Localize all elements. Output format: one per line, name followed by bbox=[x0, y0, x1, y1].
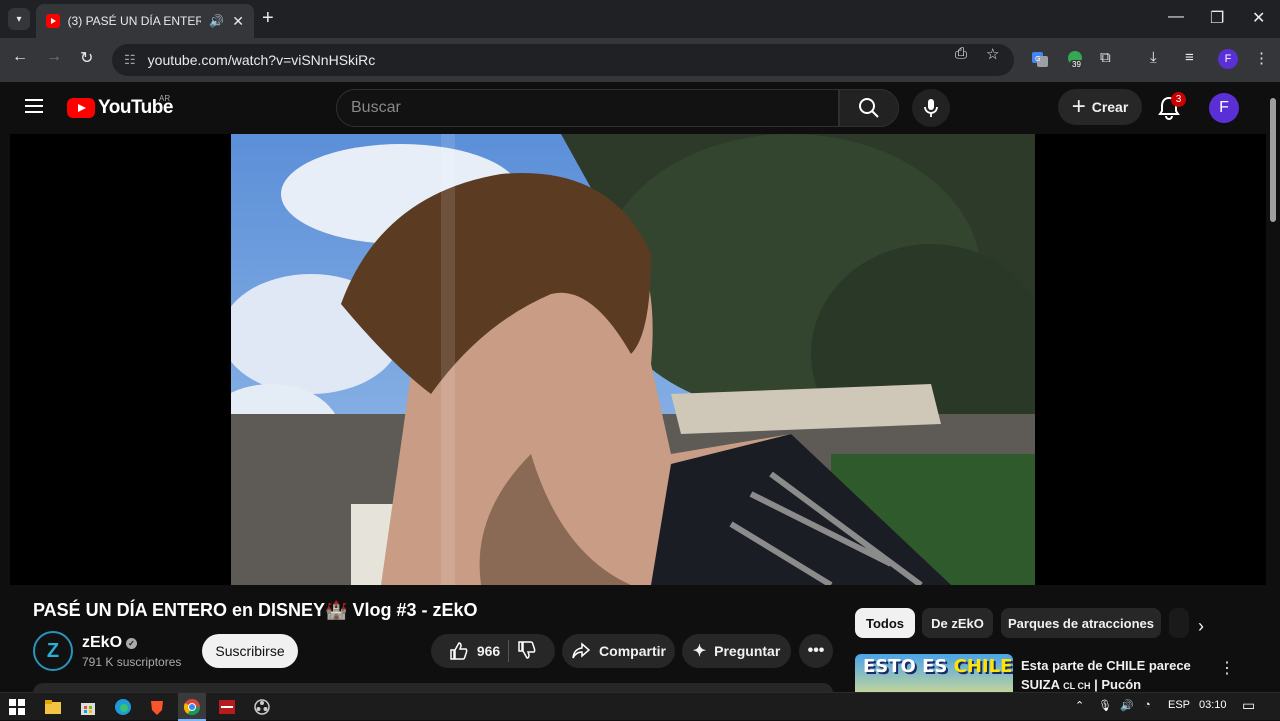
browser-toolbar: ← → ↻ ☷ youtube.com/watch?v=viSNnHSkiRc … bbox=[0, 38, 1280, 82]
store-icon[interactable] bbox=[79, 698, 97, 716]
search-input[interactable] bbox=[351, 99, 824, 117]
clock[interactable]: 03:10 bbox=[1199, 699, 1227, 711]
notifications-button[interactable]: 3 bbox=[1158, 92, 1186, 120]
chip-theme-parks[interactable]: Parques de atracciones bbox=[1001, 608, 1161, 638]
app-icon[interactable] bbox=[218, 698, 236, 716]
microphone-tray-icon[interactable]: 🎙 bbox=[1098, 699, 1112, 712]
search-box[interactable] bbox=[336, 89, 839, 127]
channel-name[interactable]: zEkO ✓ bbox=[82, 634, 138, 652]
tab-close-icon[interactable]: ✕ bbox=[232, 13, 244, 30]
youtube-header: YouTube AR + Crear 3 F bbox=[0, 82, 1280, 134]
file-explorer-icon[interactable] bbox=[44, 698, 62, 716]
recommendation-thumbnail[interactable]: ESTO ES CHILE? bbox=[855, 654, 1013, 694]
install-app-icon[interactable]: ⎙ bbox=[955, 45, 967, 62]
back-button[interactable]: ← bbox=[12, 48, 28, 66]
subscriber-count: 791 K suscriptores bbox=[82, 655, 182, 669]
windows-taskbar: ⌃ 🎙 🔊 ◔ ESP 03:10 ▭ bbox=[0, 692, 1280, 721]
notification-badge: 3 bbox=[1171, 92, 1186, 107]
address-bar[interactable]: ☷ youtube.com/watch?v=viSNnHSkiRc bbox=[112, 44, 1014, 76]
minimize-button[interactable]: — bbox=[1168, 8, 1184, 26]
more-dots-icon: ••• bbox=[807, 642, 825, 659]
new-tab-button[interactable]: + bbox=[262, 8, 274, 28]
microphone-icon bbox=[924, 99, 938, 117]
sparkle-icon: ✦ bbox=[692, 643, 707, 660]
extension-badge: 39 bbox=[1070, 60, 1083, 69]
more-actions-button[interactable]: ••• bbox=[799, 634, 833, 668]
edge-browser-icon[interactable] bbox=[114, 698, 132, 716]
audio-playing-icon[interactable]: 🔊 bbox=[209, 14, 224, 28]
volume-icon[interactable]: 🔊 bbox=[1120, 699, 1134, 712]
browser-tab-active[interactable]: (3) PASÉ UN DÍA ENTERO en DISNEY🏰 Vlog #… bbox=[36, 4, 254, 38]
like-count: 966 bbox=[476, 643, 501, 659]
tab-title: (3) PASÉ UN DÍA ENTERO en DISNEY🏰 Vlog #… bbox=[67, 14, 202, 28]
plus-icon: + bbox=[1071, 93, 1086, 120]
recommendation-title[interactable]: Esta parte de CHILE parece SUIZA CL CH |… bbox=[1021, 656, 1193, 696]
translate-extension-icon[interactable]: G bbox=[1031, 50, 1049, 68]
reload-button[interactable]: ↻ bbox=[80, 48, 93, 68]
obs-icon[interactable] bbox=[253, 698, 271, 716]
dislike-button[interactable] bbox=[517, 640, 537, 663]
tab-search-button[interactable]: ▾ bbox=[8, 8, 30, 30]
like-button[interactable]: 966 bbox=[449, 641, 500, 661]
account-avatar[interactable]: F bbox=[1209, 93, 1239, 123]
share-button[interactable]: Compartir bbox=[562, 634, 675, 668]
browser-tab-strip: ▾ (3) PASÉ UN DÍA ENTERO en DISNEY🏰 Vlog… bbox=[0, 0, 1280, 38]
youtube-play-icon bbox=[67, 98, 95, 118]
menu-hamburger-icon[interactable] bbox=[25, 99, 43, 113]
svg-text:G: G bbox=[1035, 55, 1040, 63]
video-frame-image bbox=[231, 134, 1035, 585]
bookmark-star-icon[interactable]: ☆ bbox=[986, 45, 999, 63]
search-icon bbox=[859, 98, 879, 118]
country-code: AR bbox=[159, 94, 171, 103]
download-icon[interactable]: ⤓ bbox=[1150, 49, 1157, 66]
youtube-favicon-icon bbox=[46, 14, 60, 28]
ask-button[interactable]: ✦ Preguntar bbox=[682, 634, 791, 668]
create-button[interactable]: + Crear bbox=[1058, 89, 1142, 125]
chip-overflow[interactable] bbox=[1169, 608, 1189, 638]
windows-start-icon[interactable] bbox=[8, 698, 26, 716]
video-player[interactable] bbox=[231, 134, 1035, 585]
chevron-right-icon[interactable]: › bbox=[1198, 616, 1204, 637]
youtube-logo[interactable]: YouTube AR bbox=[67, 94, 173, 119]
notification-center-icon[interactable]: ▭ bbox=[1242, 697, 1255, 714]
page-scrollbar-thumb[interactable] bbox=[1270, 98, 1276, 222]
chip-from-channel[interactable]: De zEkO bbox=[922, 608, 993, 638]
video-title: PASÉ UN DÍA ENTERO en DISNEY🏰 Vlog #3 - … bbox=[33, 600, 478, 620]
verified-check-icon: ✓ bbox=[126, 638, 138, 649]
divider bbox=[508, 640, 510, 662]
brave-browser-icon[interactable] bbox=[148, 698, 166, 716]
search-button[interactable] bbox=[839, 89, 899, 127]
language-indicator[interactable]: ESP bbox=[1168, 699, 1190, 711]
site-info-icon[interactable]: ☷ bbox=[124, 52, 136, 68]
thumbs-down-icon bbox=[518, 640, 536, 659]
share-arrow-icon bbox=[572, 642, 591, 659]
media-control-icon[interactable]: ≡ bbox=[1185, 49, 1194, 66]
chrome-browser-icon[interactable] bbox=[183, 698, 201, 716]
thumbs-up-icon bbox=[450, 642, 468, 660]
channel-avatar[interactable]: Z bbox=[33, 631, 73, 671]
chip-all[interactable]: Todos bbox=[855, 608, 915, 638]
browser-profile-avatar[interactable]: F bbox=[1218, 49, 1238, 69]
subscribe-button[interactable]: Suscribirse bbox=[202, 634, 298, 668]
show-hidden-icons[interactable]: ⌃ bbox=[1075, 699, 1084, 712]
browser-menu-icon[interactable]: ⋮ bbox=[1254, 49, 1269, 67]
extensions-puzzle-icon[interactable]: ⧉ bbox=[1100, 49, 1111, 66]
recommendation-menu-icon[interactable]: ⋮ bbox=[1219, 658, 1235, 678]
like-dislike-group: 966 bbox=[431, 634, 555, 668]
network-icon[interactable]: ◔ bbox=[1144, 699, 1151, 711]
url-text: youtube.com/watch?v=viSNnHSkiRc bbox=[147, 52, 376, 68]
forward-button[interactable]: → bbox=[46, 48, 62, 66]
restore-button[interactable]: ❐ bbox=[1210, 8, 1224, 28]
close-window-button[interactable]: ✕ bbox=[1252, 8, 1265, 28]
voice-search-button[interactable] bbox=[912, 89, 950, 127]
